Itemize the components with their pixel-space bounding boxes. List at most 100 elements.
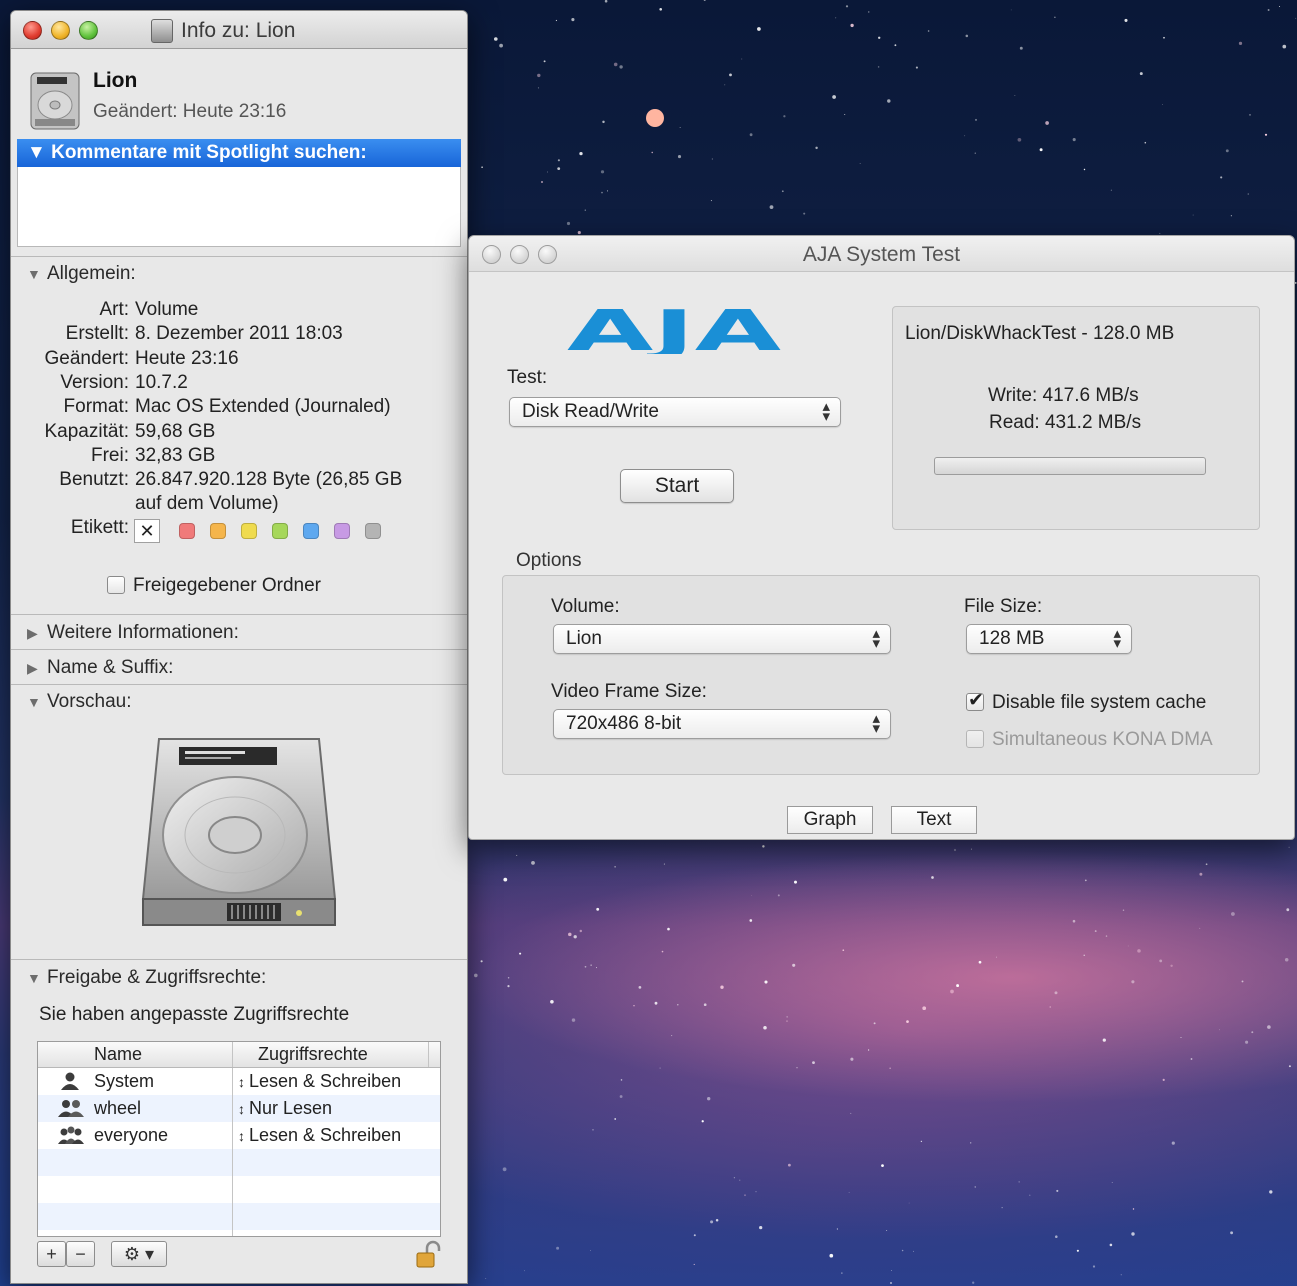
disclosure-open-icon: ▼ <box>27 266 41 282</box>
column-rights[interactable]: Zugriffsrechte <box>258 1044 368 1065</box>
info-value: 59,68 GB <box>135 420 216 442</box>
label-color-swatch[interactable] <box>241 523 257 539</box>
info-titlebar[interactable]: Info zu: Lion <box>11 11 467 49</box>
info-row: Version: 10.7.2 <box>11 371 187 396</box>
clear-label-icon: ✕ <box>139 521 155 541</box>
section-preview[interactable]: ▼ Vorschau: <box>27 691 132 713</box>
start-button[interactable]: Start <box>620 469 734 503</box>
file-size-select[interactable]: 128 MB ▴ ▾ <box>966 624 1132 654</box>
info-row: Format: Mac OS Extended (Journaled) <box>11 396 391 420</box>
text-button[interactable]: Text <box>891 806 977 834</box>
disclosure-closed-icon: ▶ <box>27 625 38 641</box>
hard-disk-icon <box>30 72 80 130</box>
info-window: Info zu: Lion Lion Geändert: Heute 23:16… <box>10 10 468 1284</box>
table-row[interactable]: wheel ↕ Nur Lesen <box>38 1095 440 1122</box>
info-key: Kapazität: <box>44 420 130 442</box>
label-color-swatch[interactable] <box>272 523 288 539</box>
permissions-table-header: Name Zugriffsrechte <box>38 1042 440 1068</box>
label-color-swatch[interactable] <box>210 523 226 539</box>
test-label: Test: <box>507 367 548 388</box>
group-icon <box>58 1098 84 1118</box>
rights-select[interactable]: ↕ Nur Lesen <box>238 1098 332 1119</box>
permissions-table: Name Zugriffsrechte System ↕ Lesen & Schre… <box>37 1041 441 1237</box>
section-general[interactable]: ▼ Allgemein: <box>27 263 136 285</box>
info-row: Geändert: Heute 23:16 <box>11 348 239 372</box>
table-row <box>38 1203 440 1230</box>
rights-label: Lesen & Schreiben <box>249 1071 402 1091</box>
info-key: Version: <box>60 371 129 393</box>
label-color-swatch[interactable] <box>179 523 195 539</box>
label-none-button[interactable]: ✕ <box>134 519 160 543</box>
spotlight-comments-header[interactable]: ▼ Kommentare mit Spotlight suchen: <box>17 139 461 167</box>
label-color-swatch[interactable] <box>334 523 350 539</box>
info-value: 32,83 GB <box>135 444 216 466</box>
info-value: 26.847.920.128 Byte (26,85 GB <box>135 469 403 491</box>
updown-arrows-icon: ↕ <box>238 1128 245 1144</box>
disclosure-closed-icon: ▶ <box>27 660 38 676</box>
updown-arrows-icon: ↕ <box>238 1074 245 1090</box>
info-key: Erstellt: <box>65 323 129 345</box>
lock-icon[interactable] <box>415 1239 441 1269</box>
column-name[interactable]: Name <box>94 1044 142 1065</box>
shared-folder-option[interactable]: Freigegebener Ordner <box>107 575 321 597</box>
info-key: Benutzt: <box>59 469 129 491</box>
info-row: Frei: 32,83 GB <box>11 445 215 469</box>
updown-arrows-icon: ↕ <box>238 1101 245 1117</box>
spotlight-comments-field[interactable] <box>17 167 461 247</box>
everyone-icon <box>58 1125 84 1145</box>
rights-label: Lesen & Schreiben <box>249 1125 402 1145</box>
stepper-arrows-icon: ▴ ▾ <box>822 398 830 425</box>
section-sharing[interactable]: ▼ Freigabe & Zugriffsrechte: <box>27 967 266 989</box>
remove-user-button[interactable]: − <box>66 1241 95 1267</box>
section-more-info[interactable]: ▶ Weitere Informationen: <box>27 622 239 644</box>
window-title: Info zu: Lion <box>181 19 296 42</box>
user-name: everyone <box>94 1125 169 1145</box>
test-select[interactable]: Disk Read/Write ▴ ▾ <box>509 397 841 427</box>
info-row: auf dem Volume) <box>11 493 279 517</box>
disclosure-open-icon: ▼ <box>27 970 41 986</box>
aja-titlebar[interactable]: AJA System Test <box>469 236 1294 272</box>
zoom-button[interactable] <box>79 21 98 40</box>
hard-disk-preview-icon <box>141 738 337 926</box>
label-color-swatch[interactable] <box>303 523 319 539</box>
result-file-line: Lion/DiskWhackTest - 128.0 MB <box>905 323 1175 344</box>
single-user-icon <box>58 1071 84 1091</box>
info-row: Kapazität: 59,68 GB <box>11 420 216 445</box>
disable-cache-option[interactable]: Disable file system cache <box>966 689 1206 714</box>
stepper-arrows-icon: ▴ ▾ <box>1113 625 1121 652</box>
disable-cache-checkbox[interactable] <box>966 689 984 712</box>
progress-bar <box>934 457 1206 475</box>
permissions-rows: System ↕ Lesen & Schreiben wheel ↕ Nur Lesen e… <box>38 1068 440 1230</box>
info-key: Format: <box>63 396 129 418</box>
graph-button[interactable]: Graph <box>787 806 873 834</box>
volume-label: Volume: <box>551 596 620 617</box>
info-value: Volume <box>135 299 199 320</box>
section-name-suffix[interactable]: ▶ Name & Suffix: <box>27 657 173 679</box>
rights-select[interactable]: ↕ Lesen & Schreiben <box>238 1071 401 1092</box>
minimize-button[interactable] <box>51 21 70 40</box>
volume-name: Lion <box>93 69 138 92</box>
info-value: Mac OS Extended (Journaled) <box>135 396 391 418</box>
table-row[interactable]: System ↕ Lesen & Schreiben <box>38 1068 440 1095</box>
table-row <box>38 1149 440 1176</box>
shared-folder-checkbox[interactable] <box>107 576 125 594</box>
volume-changed: Geändert: Heute 23:16 <box>93 101 287 122</box>
rights-select[interactable]: ↕ Lesen & Schreiben <box>238 1125 401 1146</box>
kona-dma-checkbox <box>966 730 984 748</box>
permissions-note: Sie haben angepasste Zugriffsrechte <box>39 1004 350 1025</box>
info-value: Heute 23:16 <box>135 347 239 369</box>
rights-label: Nur Lesen <box>249 1098 333 1118</box>
disclosure-open-icon: ▼ <box>27 694 41 710</box>
action-gear-button[interactable]: ⚙ ▾ <box>111 1241 167 1267</box>
label-color-swatch[interactable] <box>365 523 381 539</box>
frame-size-select[interactable]: 720x486 8-bit ▴ ▾ <box>553 709 891 739</box>
info-row: Benutzt: 26.847.920.128 Byte (26,85 GB <box>11 469 402 493</box>
info-key: Art: <box>99 299 129 320</box>
table-row[interactable]: everyone ↕ Lesen & Schreiben <box>38 1122 440 1149</box>
options-panel: Volume: Lion ▴ ▾ File Size: 128 MB ▴ ▾ Vid… <box>502 575 1260 775</box>
volume-select[interactable]: Lion ▴ ▾ <box>553 624 891 654</box>
close-button[interactable] <box>23 21 42 40</box>
label-key: Etikett: <box>70 517 129 538</box>
options-header: Options <box>516 550 582 571</box>
add-user-button[interactable]: + <box>37 1241 66 1267</box>
